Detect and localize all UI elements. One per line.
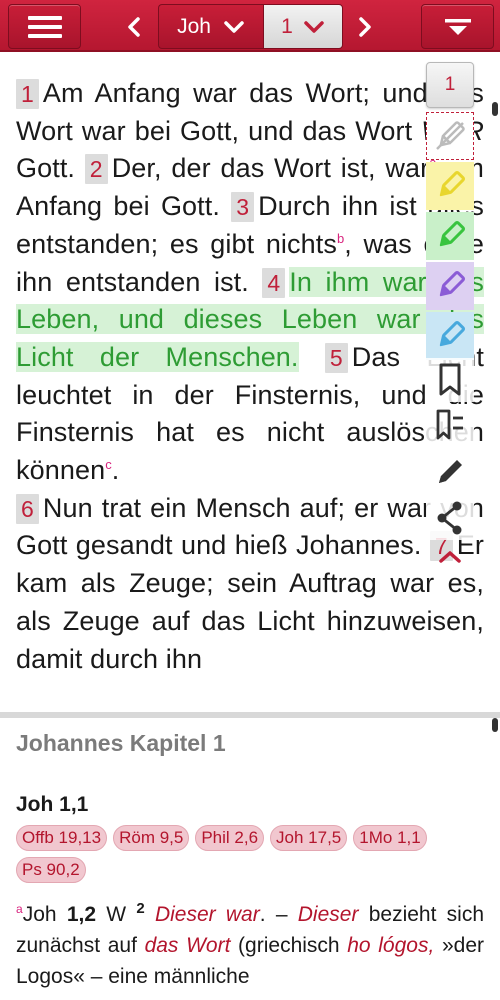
note-emphasis: das Wort [144,934,231,957]
verse-1-text-a[interactable]: Am Anfang war das Wort; und das Wort war… [16,78,484,146]
blue-marker-icon [439,320,466,347]
note-superscript: 2 [136,900,145,917]
scroll-indicator[interactable] [492,102,498,116]
verse-text: 1 Am Anfang war das Wort; und das Wort wa… [16,75,484,678]
note-edit-button[interactable] [426,450,474,494]
purple-marker-icon [439,270,466,297]
chevron-down-icon [224,20,244,33]
cross-reference-chip[interactable]: Joh 17,5 [270,825,348,851]
footnote-text: aJoh 1,2 W 2 Dieser war. – Dieser bezieh… [16,899,484,992]
note-emphasis: ho lógos, [347,934,435,957]
verse-1-text-b[interactable]: Gott. [16,153,75,183]
verse-6-text[interactable]: Nun trat ein Mensch auf; er war von Gott… [16,493,484,561]
cross-reference-chip[interactable]: Phil 2,6 [195,825,265,851]
previous-chapter-button[interactable] [117,10,151,44]
chapter-selector[interactable]: 1 [263,4,343,49]
verse-5-text-b[interactable]: . [112,455,120,485]
bookmark-list-button[interactable] [426,404,474,448]
pencil-icon [439,460,462,483]
verse-number[interactable]: 6 [16,493,39,524]
yellow-marker-icon [439,170,466,197]
note-ref-w: W [96,903,137,926]
cross-reference-chip[interactable]: 1Mo 1,1 [353,825,427,851]
commentary-pane[interactable]: Johannes Kapitel 1 Joh 1,1 Offb 19,13 Rö… [0,718,500,1000]
verse-2-text[interactable]: Der, der das Wort ist, war [112,153,429,183]
note-emphasis: Dieser war [154,903,260,926]
cross-reference-chip[interactable]: Offb 19,13 [16,825,108,851]
book-name: Joh [177,14,211,38]
next-chapter-button[interactable] [348,10,382,44]
yellow-highlight-button[interactable] [426,162,474,210]
note-text: . – [259,903,298,926]
chapter-number: 1 [281,14,293,38]
footnote-marker[interactable]: c [105,457,112,472]
menu-button[interactable] [8,4,81,49]
side-toolbar: 1 [426,62,474,602]
book-selector[interactable]: Joh [158,4,263,49]
blue-highlight-button[interactable] [426,312,474,360]
cross-reference-list: Offb 19,13 Röm 9,5 Phil 2,6 Joh 17,5 1Mo… [16,825,486,883]
note-text: (griechisch [230,934,348,957]
filter-icon [444,18,471,35]
filter-button[interactable] [421,4,494,49]
bookmark-button[interactable] [426,358,474,402]
note-ref-verse: 1,2 [66,903,97,926]
bookmark-icon [439,363,461,396]
commentary-reference: Joh 1,1 [16,793,89,816]
commentary-title: Johannes Kapitel 1 [16,730,226,756]
side-chapter-number: 1 [444,74,456,95]
purple-highlight-button[interactable] [426,262,474,310]
green-marker-icon [439,220,466,247]
chapter-jump-button[interactable]: 1 [426,62,474,108]
share-icon [437,501,462,535]
verse-number[interactable]: 1 [16,79,39,109]
chevron-up-icon [439,551,461,563]
chevron-left-icon [128,17,140,37]
note-ref-book: Joh [22,903,67,926]
chevron-down-icon [304,20,324,33]
verse-number[interactable]: 5 [324,342,348,373]
chevron-right-icon [359,17,371,37]
top-toolbar: Joh 1 [0,0,500,52]
green-highlight-button[interactable] [426,212,474,260]
cross-reference-chip[interactable]: Röm 9,5 [113,825,190,851]
note-emphasis: Dieser [297,903,359,926]
verse-number[interactable]: 4 [262,267,286,298]
share-button[interactable] [426,496,474,540]
verse-number[interactable]: 2 [84,154,108,185]
footnote-letter: a [16,902,23,916]
bible-text-pane[interactable]: 1 Am Anfang war das Wort; und das Wort wa… [0,56,500,712]
bookmark-list-icon [436,409,463,440]
cross-reference-chip[interactable]: Ps 90,2 [16,857,86,883]
remove-highlight-button[interactable] [426,112,474,160]
collapse-toolbar-button[interactable] [426,542,474,572]
verse-number[interactable]: 3 [231,192,255,223]
menu-icon [27,15,62,38]
eraser-marker-icon [436,121,465,150]
